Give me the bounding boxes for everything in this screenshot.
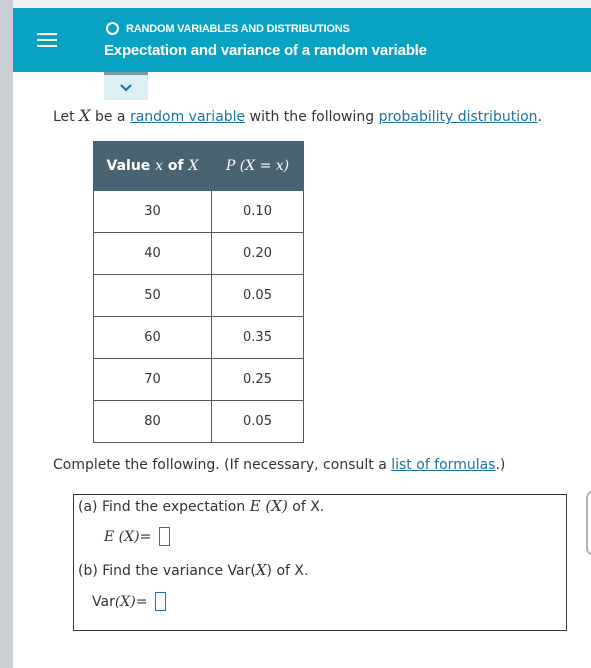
part-a-answer-row: E (X) = bbox=[104, 527, 171, 546]
part-b-lhs-arg: (X) bbox=[114, 593, 136, 610]
expand-tab[interactable] bbox=[104, 72, 148, 100]
col1-x: x bbox=[155, 158, 164, 174]
probability-distribution-link[interactable]: probability distribution bbox=[379, 109, 538, 125]
variable-x: X bbox=[79, 106, 91, 125]
value-cell: 60 bbox=[93, 316, 212, 359]
answer-box: (a) Find the expectation E (X) of X. E (… bbox=[73, 494, 567, 631]
part-b-answer-row: Var (X) = bbox=[92, 592, 167, 611]
intro-suffix: . bbox=[537, 109, 542, 125]
distribution-table: Value x of X P (X = x) 30 0.10 40 0.20 50 0… bbox=[93, 141, 304, 443]
top-strip bbox=[0, 0, 591, 8]
table-row: 50 0.05 bbox=[93, 274, 304, 317]
intro-middle: be a bbox=[90, 109, 130, 125]
part-a-suffix: of X. bbox=[287, 499, 325, 515]
probability-cell: 0.10 bbox=[211, 190, 304, 233]
part-b-question: (b) Find the variance Var(X) of X. bbox=[78, 561, 308, 579]
probability-cell: 0.25 bbox=[211, 358, 304, 401]
probability-cell: 0.05 bbox=[211, 400, 304, 443]
part-b-lhs-text: Var bbox=[92, 593, 115, 610]
breadcrumb-text: RANDOM VARIABLES AND DISTRIBUTIONS bbox=[126, 22, 350, 35]
instructions: Complete the following. (If necessary, c… bbox=[53, 457, 505, 473]
page-title: Expectation and variance of a random var… bbox=[104, 42, 427, 59]
left-scroll-bar bbox=[0, 0, 13, 668]
intro-middle2: with the following bbox=[245, 109, 379, 125]
value-cell: 40 bbox=[93, 232, 212, 275]
instructions-text: Complete the following. (If necessary, c… bbox=[53, 457, 392, 473]
instructions-suffix: .) bbox=[495, 457, 506, 473]
variance-input[interactable] bbox=[155, 592, 167, 611]
part-b-var: X bbox=[255, 561, 267, 579]
table-row: 80 0.05 bbox=[93, 400, 304, 443]
table-row: 30 0.10 bbox=[93, 190, 304, 233]
problem-statement: Let X be a random variable with the foll… bbox=[53, 106, 542, 125]
side-panel-tab[interactable] bbox=[586, 490, 591, 556]
column-header-value: Value x of X bbox=[93, 141, 212, 191]
breadcrumb: RANDOM VARIABLES AND DISTRIBUTIONS bbox=[106, 22, 350, 35]
menu-button[interactable] bbox=[22, 8, 72, 72]
table-row: 60 0.35 bbox=[93, 316, 304, 359]
random-variable-link[interactable]: random variable bbox=[130, 109, 245, 125]
part-a-equals: = bbox=[139, 528, 152, 545]
expectation-input[interactable] bbox=[159, 527, 171, 546]
part-a-expr: E (X) bbox=[249, 497, 288, 515]
part-b-suffix: ) of X. bbox=[266, 563, 309, 579]
probability-cell: 0.35 bbox=[211, 316, 304, 359]
intro-prefix: Let bbox=[53, 109, 80, 125]
part-b-text: (b) Find the variance Var( bbox=[78, 563, 256, 579]
table-row: 70 0.25 bbox=[93, 358, 304, 401]
probability-cell: 0.05 bbox=[211, 274, 304, 317]
menu-icon bbox=[37, 29, 57, 51]
part-a-question: (a) Find the expectation E (X) of X. bbox=[78, 497, 324, 515]
value-cell: 30 bbox=[93, 190, 212, 233]
value-cell: 50 bbox=[93, 274, 212, 317]
column-header-probability: P (X = x) bbox=[211, 141, 304, 191]
topic-header bbox=[13, 8, 591, 72]
value-cell: 80 bbox=[93, 400, 212, 443]
list-of-formulas-link[interactable]: list of formulas bbox=[391, 457, 495, 473]
part-a-text: (a) Find the expectation bbox=[78, 499, 250, 515]
value-cell: 70 bbox=[93, 358, 212, 401]
col1-of: of bbox=[163, 158, 189, 174]
col1-X: X bbox=[188, 158, 199, 174]
ring-icon bbox=[106, 22, 119, 35]
part-b-equals: = bbox=[135, 593, 148, 610]
part-a-lhs: E (X) bbox=[104, 528, 140, 545]
probability-cell: 0.20 bbox=[211, 232, 304, 275]
chevron-down-icon bbox=[120, 83, 132, 92]
col1-text: Value bbox=[106, 158, 156, 174]
table-row: 40 0.20 bbox=[93, 232, 304, 275]
